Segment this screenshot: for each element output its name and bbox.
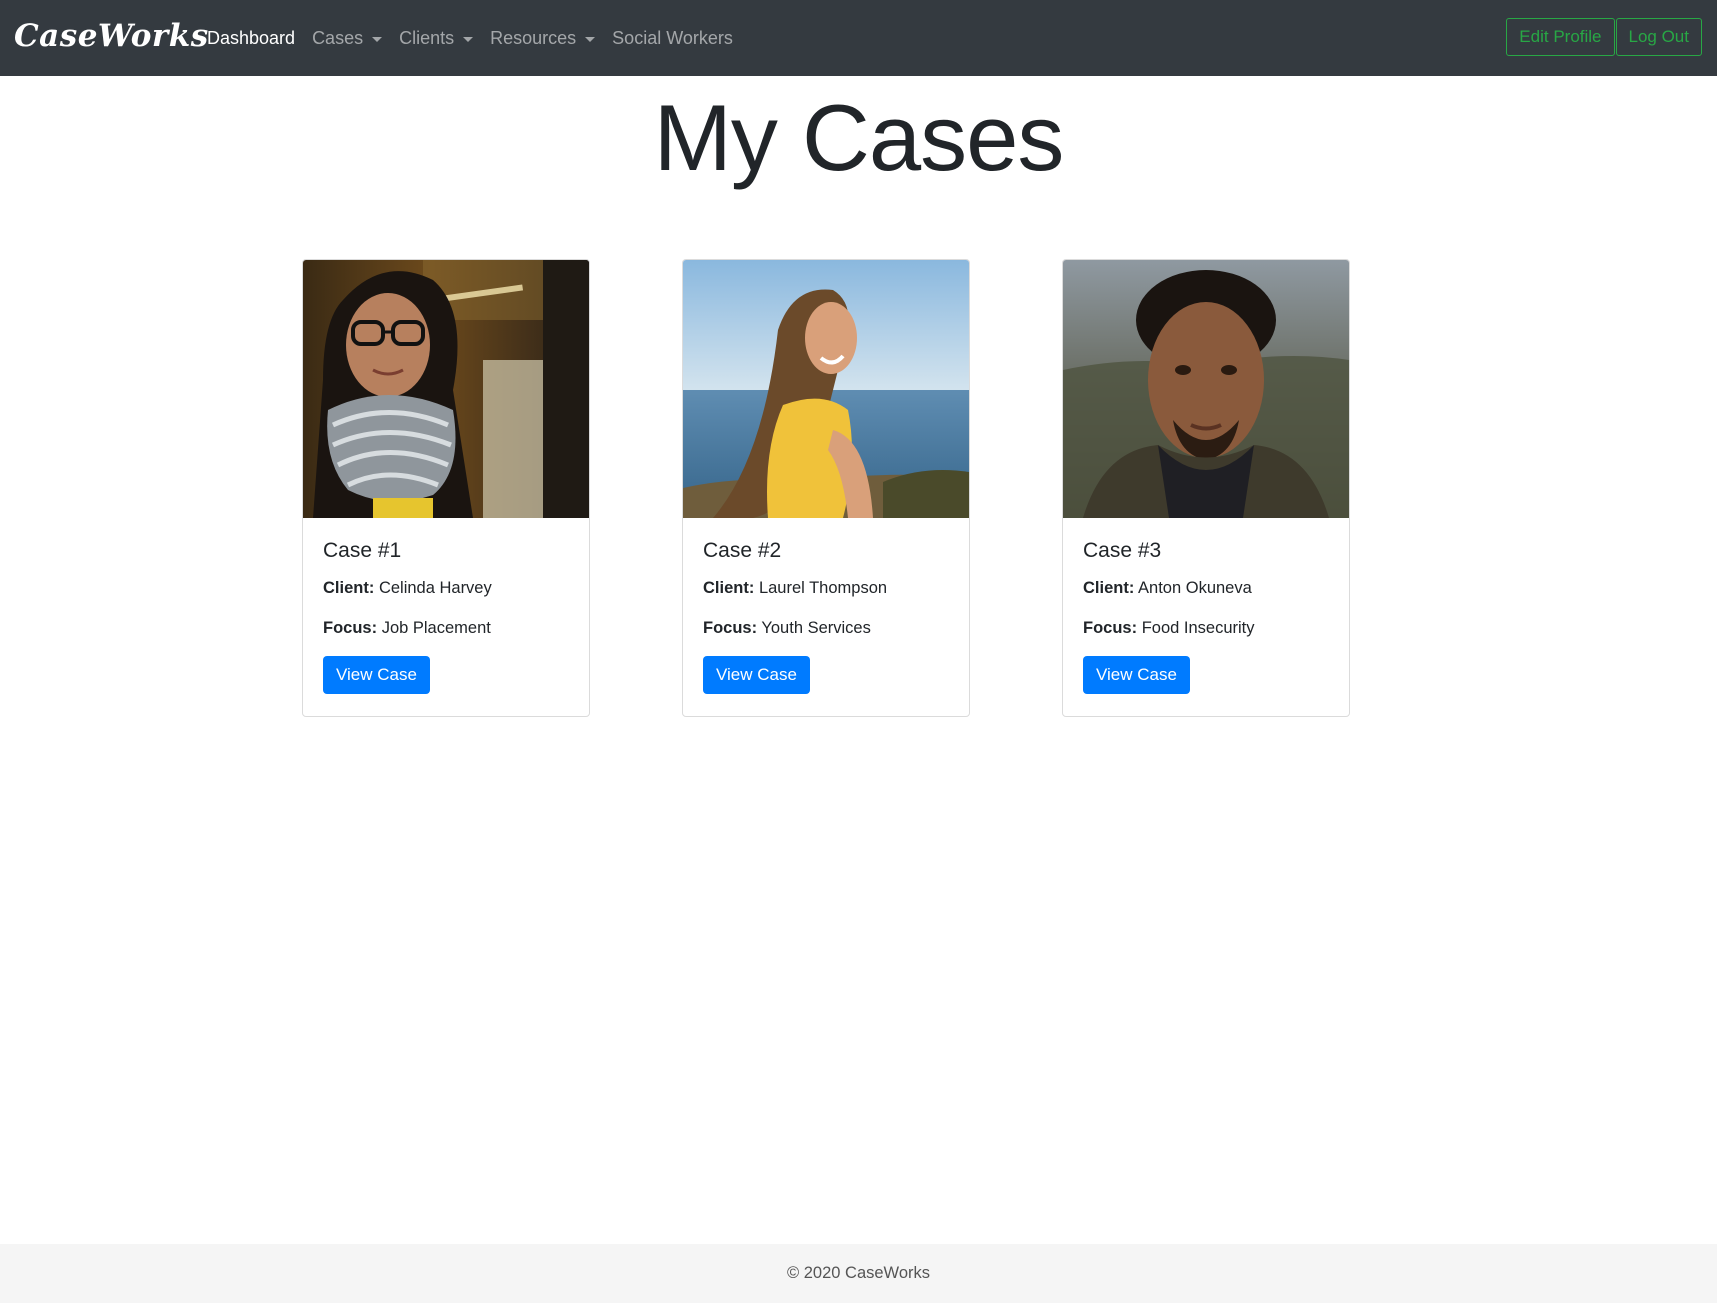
nav-link-label: Resources bbox=[490, 27, 577, 48]
focus-value: Job Placement bbox=[381, 619, 491, 637]
focus-label: Focus: bbox=[323, 619, 378, 637]
nav-link-social-workers[interactable]: Social Workers bbox=[612, 28, 733, 49]
case-title: Case #2 bbox=[703, 539, 782, 562]
focus-line: Focus: Job Placement bbox=[323, 618, 569, 638]
client-line: Client: Celinda Harvey bbox=[323, 578, 569, 598]
case-card: Case #3 Client: Anton Okuneva Focus: Foo… bbox=[1062, 259, 1350, 717]
page-title: My Cases bbox=[653, 85, 1065, 190]
client-line: Client: Laurel Thompson bbox=[703, 578, 949, 598]
client-label: Client: bbox=[703, 579, 755, 597]
focus-line: Focus: Food Insecurity bbox=[1083, 618, 1329, 638]
caret-down-icon bbox=[372, 36, 383, 42]
client-name: Celinda Harvey bbox=[378, 579, 492, 597]
log-out-button[interactable]: Log Out bbox=[1615, 18, 1702, 56]
nav-links: Dashboard Cases Clients Resources Social… bbox=[207, 0, 750, 76]
nav-dropdown-clients[interactable]: Clients bbox=[399, 27, 474, 49]
nav-link-dashboard[interactable]: Dashboard bbox=[207, 28, 295, 49]
case-card: Case #1 Client: Celinda Harvey Focus: Jo… bbox=[302, 259, 590, 717]
client-photo bbox=[1063, 260, 1349, 518]
client-photo bbox=[303, 260, 589, 518]
top-navbar: CaseWorks Dashboard Cases Clients Resour… bbox=[0, 0, 1717, 76]
card-body: Case #3 Client: Anton Okuneva Focus: Foo… bbox=[1063, 518, 1349, 694]
client-photo bbox=[683, 260, 969, 518]
client-name: Anton Okuneva bbox=[1138, 579, 1252, 597]
client-label: Client: bbox=[323, 579, 375, 597]
nav-link-label: Clients bbox=[399, 27, 455, 48]
nav-actions: Edit Profile Log Out bbox=[1506, 18, 1702, 56]
focus-value: Youth Services bbox=[761, 619, 871, 637]
focus-label: Focus: bbox=[1083, 619, 1138, 637]
nav-dropdown-cases[interactable]: Cases bbox=[312, 27, 383, 49]
focus-label: Focus: bbox=[703, 619, 758, 637]
view-case-button[interactable]: View Case bbox=[1083, 656, 1190, 694]
case-title: Case #3 bbox=[1083, 539, 1162, 562]
nav-dropdown-resources[interactable]: Resources bbox=[490, 27, 596, 49]
brand-logo[interactable]: CaseWorks bbox=[14, 14, 209, 58]
page-footer: © 2020 CaseWorks bbox=[0, 1244, 1717, 1303]
client-name: Laurel Thompson bbox=[758, 579, 888, 597]
nav-link-label: Social Workers bbox=[612, 27, 733, 48]
client-line: Client: Anton Okuneva bbox=[1083, 578, 1329, 598]
case-card: Case #2 Client: Laurel Thompson Focus: Y… bbox=[682, 259, 970, 717]
case-title: Case #1 bbox=[323, 539, 402, 562]
caret-down-icon bbox=[463, 36, 474, 42]
footer-copyright: © 2020 CaseWorks bbox=[787, 1264, 930, 1282]
card-body: Case #1 Client: Celinda Harvey Focus: Jo… bbox=[303, 518, 589, 694]
caret-down-icon bbox=[585, 36, 596, 42]
focus-line: Focus: Youth Services bbox=[703, 618, 949, 638]
nav-link-label: Dashboard bbox=[207, 27, 296, 48]
nav-link-label: Cases bbox=[312, 27, 364, 48]
card-body: Case #2 Client: Laurel Thompson Focus: Y… bbox=[683, 518, 969, 694]
edit-profile-button[interactable]: Edit Profile bbox=[1506, 18, 1615, 56]
view-case-button[interactable]: View Case bbox=[323, 656, 430, 694]
view-case-button[interactable]: View Case bbox=[703, 656, 810, 694]
client-label: Client: bbox=[1083, 579, 1135, 597]
focus-value: Food Insecurity bbox=[1141, 619, 1255, 637]
